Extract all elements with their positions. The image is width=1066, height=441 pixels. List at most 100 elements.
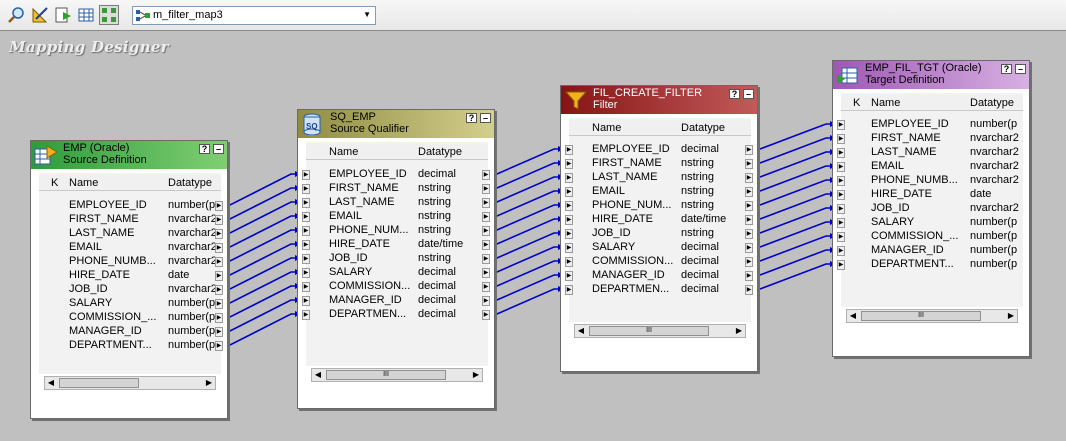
port-row[interactable]: EMAIL nstring ▶ ▶ [298, 210, 496, 224]
output-port[interactable]: ▶ [745, 215, 753, 225]
input-port[interactable]: ▶ [565, 173, 573, 183]
output-port[interactable]: ▶ [215, 229, 223, 239]
output-port[interactable]: ▶ [215, 299, 223, 309]
output-port[interactable]: ▶ [482, 170, 490, 180]
input-port[interactable]: ▶ [302, 310, 310, 320]
input-port[interactable]: ▶ [837, 120, 845, 130]
port-row[interactable]: HIRE_DATE date/time ▶ ▶ [298, 238, 496, 252]
scroll-thumb[interactable] [59, 378, 139, 388]
input-port[interactable]: ▶ [565, 145, 573, 155]
output-port[interactable]: ▶ [745, 257, 753, 267]
output-port[interactable]: ▶ [482, 240, 490, 250]
transform-sq[interactable]: SQ SQ_EMP Source Qualifier? – Name Datatype EM… [297, 109, 495, 409]
scroll-left-icon[interactable]: ◀ [45, 377, 57, 389]
mapping-canvas[interactable]: Mapping Designer EMP (Oracle) Source Defi… [0, 31, 1066, 441]
output-port[interactable]: ▶ [745, 285, 753, 295]
port-row[interactable]: EMPLOYEE_ID decimal ▶ ▶ [561, 143, 759, 157]
input-port[interactable]: ▶ [565, 257, 573, 267]
input-port[interactable]: ▶ [565, 243, 573, 253]
input-port[interactable]: ▶ [565, 159, 573, 169]
port-row[interactable]: LAST_NAME nvarchar2 ▶ [833, 146, 1031, 160]
scroll-right-icon[interactable]: ▶ [1005, 310, 1017, 322]
port-row[interactable]: LAST_NAME nvarchar2 ▶ [31, 227, 229, 241]
name-column-header[interactable]: Name [871, 97, 900, 109]
transform-title-bar[interactable]: FIL_CREATE_FILTER Filter? – [561, 86, 757, 114]
port-row[interactable]: LAST_NAME nstring ▶ ▶ [561, 171, 759, 185]
input-port[interactable]: ▶ [837, 218, 845, 228]
output-port[interactable]: ▶ [482, 198, 490, 208]
port-row[interactable]: DEPARTMENT... number(p ▶ [31, 339, 229, 353]
transform-tgt[interactable]: EMP_FIL_TGT (Oracle) Target Definition? – K… [832, 60, 1030, 357]
minimize-button[interactable]: – [743, 89, 754, 99]
port-row[interactable]: SALARY number(p ▶ [31, 297, 229, 311]
port-row[interactable]: COMMISSION... decimal ▶ ▶ [298, 280, 496, 294]
output-port[interactable]: ▶ [215, 257, 223, 267]
transform-fil[interactable]: FIL_CREATE_FILTER Filter? – Name Datatype EMP… [560, 85, 758, 372]
port-row[interactable]: HIRE_DATE date ▶ [833, 188, 1031, 202]
output-port[interactable]: ▶ [215, 327, 223, 337]
name-column-header[interactable]: Name [592, 122, 621, 134]
port-row[interactable]: SALARY number(p ▶ [833, 216, 1031, 230]
input-port[interactable]: ▶ [837, 204, 845, 214]
mapping-select[interactable]: m_filter_map3 ▼ [132, 6, 376, 25]
output-port[interactable]: ▶ [482, 226, 490, 236]
input-port[interactable]: ▶ [302, 296, 310, 306]
output-port[interactable]: ▶ [482, 212, 490, 222]
port-row[interactable]: FIRST_NAME nstring ▶ ▶ [561, 157, 759, 171]
output-port[interactable]: ▶ [745, 229, 753, 239]
port-row[interactable]: EMAIL nvarchar2 ▶ [31, 241, 229, 255]
input-port[interactable]: ▶ [837, 232, 845, 242]
output-port[interactable]: ▶ [745, 187, 753, 197]
datatype-column-header[interactable]: Datatype [418, 146, 462, 158]
transform-title-bar[interactable]: EMP (Oracle) Source Definition? – [31, 141, 227, 169]
port-row[interactable]: COMMISSION_... number(p ▶ [833, 230, 1031, 244]
input-port[interactable]: ▶ [302, 268, 310, 278]
output-port[interactable]: ▶ [482, 268, 490, 278]
name-column-header[interactable]: Name [329, 146, 358, 158]
output-port[interactable]: ▶ [215, 271, 223, 281]
input-port[interactable]: ▶ [565, 201, 573, 211]
input-port[interactable]: ▶ [302, 170, 310, 180]
port-row[interactable]: HIRE_DATE date ▶ [31, 269, 229, 283]
port-row[interactable]: LAST_NAME nstring ▶ ▶ [298, 196, 496, 210]
output-port[interactable]: ▶ [482, 282, 490, 292]
port-row[interactable]: EMPLOYEE_ID number(p ▶ [833, 118, 1031, 132]
help-button[interactable]: ? [729, 89, 740, 99]
port-row[interactable]: FIRST_NAME nvarchar2 ▶ [31, 213, 229, 227]
port-row[interactable]: MANAGER_ID number(p ▶ [31, 325, 229, 339]
output-port[interactable]: ▶ [215, 313, 223, 323]
help-button[interactable]: ? [1001, 64, 1012, 74]
horizontal-scrollbar[interactable]: ◀ III ▶ [574, 324, 746, 338]
horizontal-scrollbar[interactable]: ◀ III ▶ [311, 368, 483, 382]
help-button[interactable]: ? [199, 144, 210, 154]
input-port[interactable]: ▶ [837, 134, 845, 144]
output-port[interactable]: ▶ [215, 285, 223, 295]
input-port[interactable]: ▶ [837, 162, 845, 172]
port-row[interactable]: SALARY decimal ▶ ▶ [298, 266, 496, 280]
input-port[interactable]: ▶ [302, 226, 310, 236]
output-port[interactable]: ▶ [745, 173, 753, 183]
help-button[interactable]: ? [466, 113, 477, 123]
port-row[interactable]: MANAGER_ID decimal ▶ ▶ [561, 269, 759, 283]
output-port[interactable]: ▶ [745, 271, 753, 281]
arrange-icon[interactable] [30, 5, 50, 25]
output-port[interactable]: ▶ [482, 310, 490, 320]
port-row[interactable]: PHONE_NUM... nstring ▶ ▶ [298, 224, 496, 238]
datatype-column-header[interactable]: Datatype [970, 97, 1014, 109]
grid-icon[interactable] [99, 5, 119, 25]
port-row[interactable]: MANAGER_ID decimal ▶ ▶ [298, 294, 496, 308]
port-row[interactable]: MANAGER_ID number(p ▶ [833, 244, 1031, 258]
output-port[interactable]: ▶ [745, 201, 753, 211]
port-row[interactable]: PHONE_NUMB... nvarchar2 ▶ [31, 255, 229, 269]
port-row[interactable]: FIRST_NAME nstring ▶ ▶ [298, 182, 496, 196]
input-port[interactable]: ▶ [302, 212, 310, 222]
scroll-thumb[interactable]: III [589, 326, 709, 336]
scroll-left-icon[interactable]: ◀ [575, 325, 587, 337]
transform-emp[interactable]: EMP (Oracle) Source Definition? – K Name Data… [30, 140, 228, 419]
port-row[interactable]: DEPARTMENT... number(p ▶ [833, 258, 1031, 272]
port-row[interactable]: HIRE_DATE date/time ▶ ▶ [561, 213, 759, 227]
port-row[interactable]: DEPARTMEN... decimal ▶ ▶ [298, 308, 496, 322]
scroll-right-icon[interactable]: ▶ [733, 325, 745, 337]
scroll-left-icon[interactable]: ◀ [312, 369, 324, 381]
input-port[interactable]: ▶ [565, 229, 573, 239]
